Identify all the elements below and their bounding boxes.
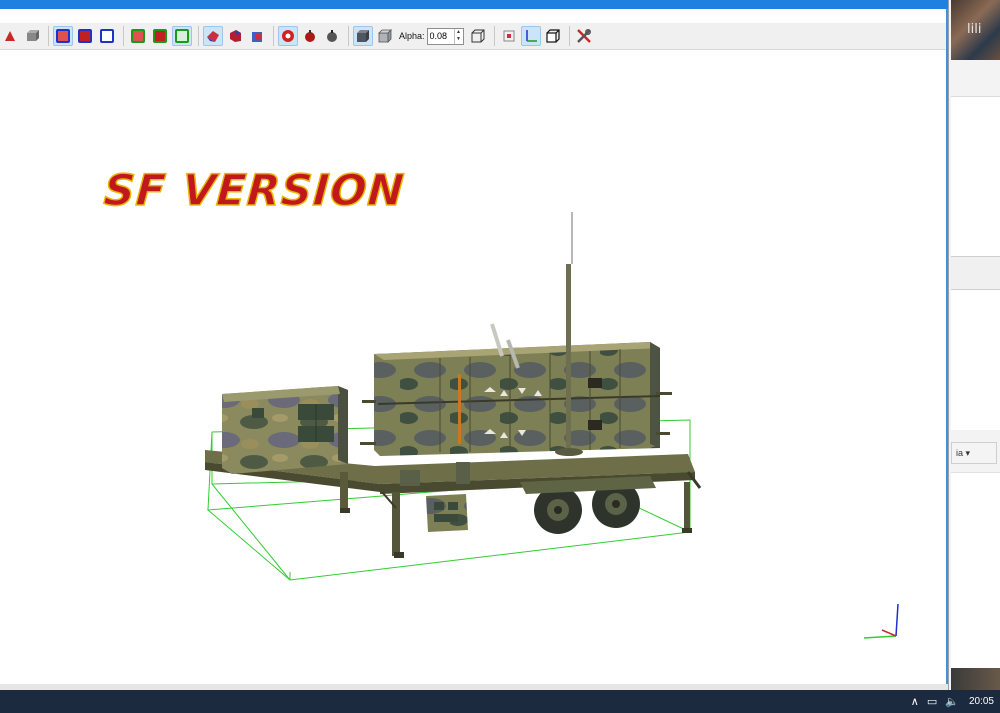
- system-tray: ∧ ▭ 🔈 20:05: [907, 690, 994, 713]
- wire-cube-icon: [471, 29, 485, 43]
- blue-solid-red-button[interactable]: [75, 26, 95, 46]
- background-window-thumbnail[interactable]: lili: [951, 0, 1000, 60]
- blue-cube-solid-icon: [78, 29, 92, 43]
- toolbar-separator: [48, 26, 49, 46]
- alpha-label: Alpha:: [399, 31, 425, 41]
- red-target-icon: [282, 30, 294, 42]
- red-shade-button[interactable]: [203, 26, 223, 46]
- red-solid-shade-button[interactable]: [225, 26, 245, 46]
- gray-box-button[interactable]: [22, 26, 42, 46]
- light-cube-icon: [378, 29, 392, 43]
- render-red-icon-button[interactable]: [0, 26, 20, 46]
- dark-cube-icon: [357, 30, 369, 42]
- alpha-spinner[interactable]: ▲▼: [426, 27, 464, 45]
- red-box-button[interactable]: [499, 26, 519, 46]
- blue-red-shade-button[interactable]: [247, 26, 267, 46]
- background-panel: [951, 96, 1000, 256]
- blue-cube-outline-icon: [100, 29, 114, 43]
- green-solid-red-button[interactable]: [150, 26, 170, 46]
- toolbar-separator: [273, 26, 274, 46]
- toolbar-separator: [568, 26, 570, 46]
- viewer-window: Alpha: ▲▼: [0, 0, 948, 690]
- alpha-input[interactable]: [427, 28, 454, 44]
- green-cube-outline-icon: [175, 29, 189, 43]
- background-panel-header: [951, 256, 1000, 290]
- blue-cube-icon: [56, 29, 70, 43]
- 3d-model-render[interactable]: [0, 52, 946, 684]
- overlay-title-text: SF VERSION: [102, 165, 408, 217]
- green-cube-icon: [131, 29, 145, 43]
- taskbar: ∧ ▭ 🔈 20:05: [0, 690, 1000, 713]
- background-panel: [951, 290, 1000, 430]
- gray-bomb-button[interactable]: [322, 26, 342, 46]
- alpha-spin-arrows[interactable]: ▲ ▼: [453, 28, 463, 44]
- screen: lili ia ▾ Alpha: 0.08 ▲ ▼ SF VERSION ∧ ▭…: [0, 0, 1000, 713]
- volume-icon[interactable]: 🔈: [945, 695, 959, 708]
- chevron-up-icon[interactable]: ∧: [911, 695, 919, 708]
- viewer-toolbar: Alpha: ▲▼: [0, 23, 946, 50]
- generator-unit: [222, 386, 348, 474]
- axes-button[interactable]: [520, 26, 541, 46]
- axes-icon: [525, 30, 537, 42]
- window-title-bar[interactable]: [0, 0, 948, 9]
- red-solid-shape-icon: [230, 30, 241, 42]
- toolbar-separator: [348, 26, 349, 46]
- outline-cube-button[interactable]: [543, 26, 563, 46]
- red-bomb-icon: [305, 30, 315, 42]
- background-window[interactable]: lili ia ▾: [948, 0, 1000, 690]
- green-cube-solid-icon: [153, 29, 167, 43]
- toolbar-separator: [123, 26, 124, 46]
- green-outline-button[interactable]: [172, 26, 192, 46]
- toolbar-separator: [198, 26, 199, 46]
- red-bomb-button[interactable]: [300, 26, 320, 46]
- taskbar-clock[interactable]: 20:05: [969, 696, 994, 707]
- red-target-button[interactable]: [278, 26, 298, 46]
- red-blue-shape-icon: [207, 31, 219, 42]
- background-dropdown[interactable]: ia ▾: [951, 442, 997, 464]
- trailer-wheels: [520, 476, 656, 534]
- gray-bomb-icon: [327, 30, 337, 42]
- 3d-viewport[interactable]: SF VERSION: [0, 52, 946, 684]
- network-icon[interactable]: ▭: [927, 695, 937, 708]
- thumbnail-label: lili: [967, 22, 982, 37]
- blue-outline-button[interactable]: [97, 26, 117, 46]
- green-wire-red-button[interactable]: [128, 26, 148, 46]
- red-box-icon: [503, 30, 515, 42]
- background-panel: [951, 472, 1000, 668]
- dark-solid-cube-button[interactable]: [353, 26, 373, 46]
- blue-wire-red-button[interactable]: [53, 26, 73, 46]
- axes-gizmo: [863, 603, 899, 639]
- wire-cube-button[interactable]: [468, 26, 488, 46]
- toolbar-separator: [493, 26, 495, 46]
- tools-icon: [576, 29, 591, 43]
- gray-box-icon: [27, 30, 39, 41]
- red-shape-icon: [5, 31, 15, 41]
- tools-button[interactable]: [574, 26, 594, 46]
- outline-cube-icon: [545, 29, 560, 43]
- blue-red-shape-icon: [252, 32, 262, 42]
- light-solid-cube-button[interactable]: [375, 26, 395, 46]
- background-image-strip: [951, 668, 1000, 690]
